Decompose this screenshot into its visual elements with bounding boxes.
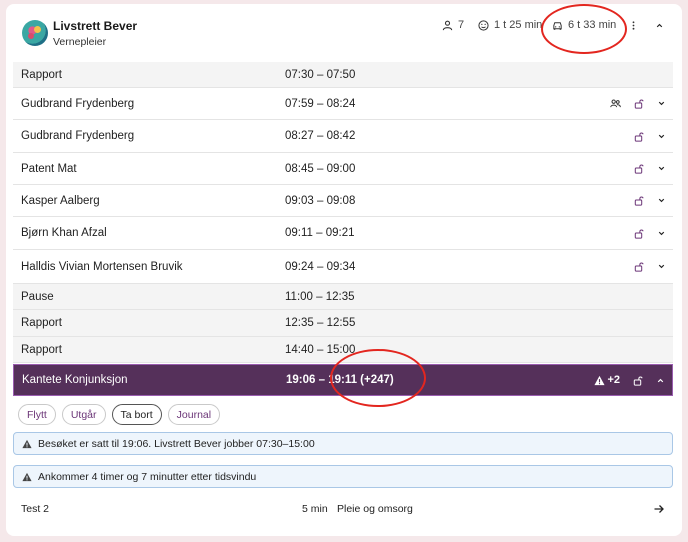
visit-time: 08:27 – 08:42 [285, 130, 356, 142]
persons-stat: 7 [442, 19, 464, 31]
arrow-right-icon[interactable] [652, 502, 666, 516]
task-category: Pleie og omsorg [337, 503, 413, 515]
action-chips: Flytt Utgår Ta bort Journal [18, 404, 221, 425]
visit-row[interactable]: Kasper Aalberg 09:03 – 09:08 [13, 185, 673, 217]
visit-row[interactable]: Bjørn Khan Afzal 09:11 – 09:21 [13, 217, 673, 250]
visit-label: Bjørn Khan Afzal [21, 227, 107, 239]
visit-label: Pause [21, 290, 54, 303]
card-header: Livstrett Bever Vernepleier 7 1 t 25 min… [6, 4, 682, 64]
visit-row[interactable]: Halldis Vivian Mortensen Bruvik 09:24 – … [13, 250, 673, 284]
notice-text: Ankommer 4 timer og 7 minutter etter tid… [38, 470, 257, 483]
notice-text: Besøket er satt til 19:06. Livstrett Bev… [38, 437, 315, 450]
warning-icon [22, 472, 32, 481]
warning-count[interactable]: +2 [594, 374, 620, 386]
selected-visit-row[interactable]: Kantete Konjunksjon 19:06 – 19:11 (+247)… [13, 364, 673, 396]
info-notice: Ankommer 4 timer og 7 minutter etter tid… [13, 465, 673, 488]
chevron-down-icon[interactable] [656, 131, 667, 142]
journal-chip[interactable]: Journal [167, 404, 221, 425]
avatar [22, 20, 48, 46]
visit-label: Patent Mat [21, 162, 77, 175]
chevron-down-icon[interactable] [656, 98, 667, 109]
unlock-icon[interactable] [633, 131, 644, 142]
visit-time: 07:30 – 07:50 [285, 68, 356, 81]
collapse-button[interactable] [652, 18, 666, 32]
visit-time: 07:59 – 08:24 [285, 97, 356, 110]
chevron-down-icon[interactable] [656, 163, 667, 174]
chevron-down-icon[interactable] [656, 228, 667, 239]
visit-time: 08:45 – 09:00 [285, 162, 356, 175]
visit-time: 09:11 – 09:21 [285, 227, 355, 239]
employee-role: Vernepleier [53, 36, 107, 48]
visit-label: Rapport [21, 343, 62, 356]
visit-time: 12:35 – 12:55 [285, 317, 356, 329]
visit-label: Gudbrand Frydenberg [21, 97, 135, 110]
visit-row[interactable]: Gudbrand Frydenberg 08:27 – 08:42 [13, 120, 673, 153]
chevron-up-icon [656, 23, 662, 27]
route-card: Livstrett Bever Vernepleier 7 1 t 25 min… [6, 4, 682, 536]
persons-count: 7 [458, 19, 465, 31]
person-icon [442, 20, 453, 30]
visit-row[interactable]: Rapport 07:30 – 07:50 [13, 62, 673, 88]
task-row[interactable]: Test 2 5 min Pleie og omsorg [6, 500, 682, 520]
visit-time: 09:03 – 09:08 [285, 194, 356, 207]
visit-row[interactable]: Pause 11:00 – 12:35 [13, 284, 673, 310]
task-name: Test 2 [21, 503, 50, 515]
unlock-icon[interactable] [633, 261, 644, 272]
unlock-icon[interactable] [632, 375, 643, 386]
visit-label: Halldis Vivian Mortensen Bruvik [21, 260, 183, 273]
car-icon [553, 21, 562, 30]
drive-time: 6 t 33 min [568, 19, 617, 31]
visit-time: 09:24 – 09:34 [285, 260, 356, 273]
chevron-down-icon[interactable] [656, 261, 667, 272]
visit-row[interactable]: Rapport 14:40 – 15:00 [13, 337, 673, 363]
visit-label: Gudbrand Frydenberg [21, 130, 135, 142]
visit-time: 19:06 – 19:11 (+247) [286, 374, 394, 386]
visit-label: Rapport [21, 68, 62, 81]
visit-label: Kantete Konjunksjon [22, 374, 128, 386]
more-vertical-icon [632, 20, 634, 30]
wait-stat: 1 t 25 min [478, 19, 542, 31]
expire-chip[interactable]: Utgår [61, 404, 106, 425]
move-chip[interactable]: Flytt [18, 404, 56, 425]
unlock-icon[interactable] [633, 228, 644, 239]
visit-label: Rapport [21, 317, 62, 329]
wait-time: 1 t 25 min [494, 19, 543, 31]
visit-label: Kasper Aalberg [21, 194, 100, 207]
warning-icon [22, 439, 32, 448]
unlock-icon[interactable] [633, 163, 644, 174]
more-options-button[interactable] [626, 18, 640, 32]
group-icon [610, 99, 621, 108]
visit-row[interactable]: Patent Mat 08:45 – 09:00 [13, 153, 673, 185]
remove-chip[interactable]: Ta bort [111, 404, 162, 425]
warning-count-label: +2 [607, 374, 620, 386]
unlock-icon[interactable] [633, 98, 644, 109]
chevron-down-icon[interactable] [656, 195, 667, 206]
unlock-icon[interactable] [633, 195, 644, 206]
visit-time: 14:40 – 15:00 [285, 343, 356, 356]
visit-row[interactable]: Rapport 12:35 – 12:55 [13, 310, 673, 337]
smiley-icon [478, 19, 489, 31]
employee-name: Livstrett Bever [53, 19, 138, 33]
visit-row[interactable]: Gudbrand Frydenberg 07:59 – 08:24 [13, 88, 673, 120]
visit-time: 11:00 – 12:35 [285, 290, 355, 303]
drive-stat: 6 t 33 min [552, 19, 616, 31]
chevron-up-icon[interactable] [655, 375, 666, 386]
warning-icon [594, 375, 605, 385]
info-notice: Besøket er satt til 19:06. Livstrett Bev… [13, 432, 673, 455]
task-duration: 5 min [302, 503, 328, 515]
